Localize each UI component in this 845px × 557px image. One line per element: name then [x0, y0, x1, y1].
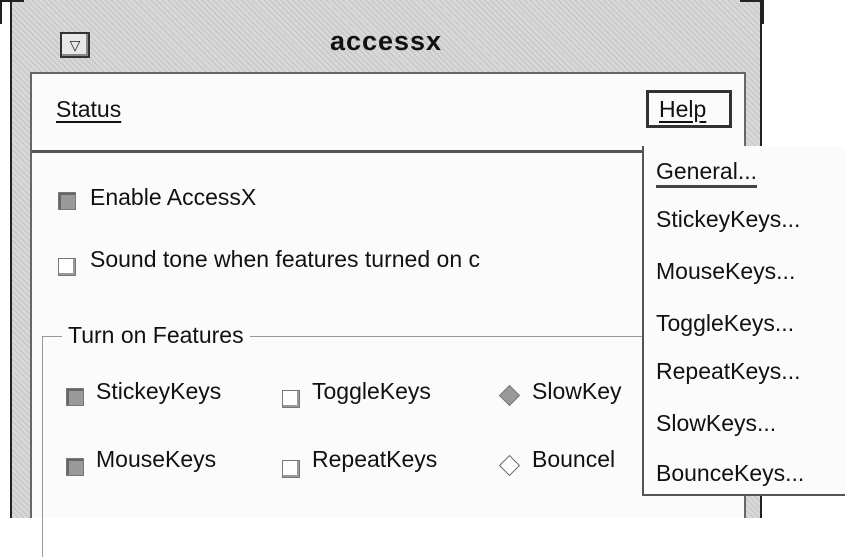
menu-bar: Status Help — [32, 74, 744, 153]
menu-status[interactable]: Status — [56, 96, 121, 123]
togglekeys-checkbox[interactable] — [282, 390, 300, 408]
help-menu-item-bouncekeys[interactable]: BounceKeys... — [656, 460, 804, 487]
mousekeys-checkbox[interactable] — [66, 458, 84, 476]
menu-help[interactable]: Help — [646, 90, 732, 128]
title-bar[interactable]: ▽ accessx — [10, 10, 762, 62]
client-area: Status Help Enable AccessX Sound tone wh… — [30, 72, 803, 557]
sound-tone-label: Sound tone when features turned on c — [90, 246, 481, 272]
slowkeys-label: SlowKey — [532, 378, 622, 404]
help-menu-item-mousekeys[interactable]: MouseKeys... — [656, 258, 795, 285]
repeatkeys-label: RepeatKeys — [312, 446, 438, 472]
help-menu-item-slowkeys[interactable]: SlowKeys... — [656, 410, 776, 437]
help-menu-item-repeatkeys[interactable]: RepeatKeys... — [656, 358, 800, 385]
stickeykeys-label: StickeyKeys — [96, 378, 222, 404]
help-dropdown-menu: General... StickeyKeys... MouseKeys... T… — [642, 146, 845, 496]
help-menu-item-general[interactable]: General... — [656, 158, 757, 188]
repeatkeys-checkbox[interactable] — [282, 460, 300, 478]
help-menu-item-togglekeys[interactable]: ToggleKeys... — [656, 310, 794, 337]
togglekeys-label: ToggleKeys — [312, 378, 431, 404]
window-title: accessx — [329, 26, 443, 56]
mousekeys-label: MouseKeys — [96, 446, 217, 472]
stickeykeys-checkbox[interactable] — [66, 388, 84, 406]
sound-tone-checkbox[interactable] — [58, 258, 76, 276]
features-group-title: Turn on Features — [62, 322, 250, 349]
help-menu-item-stickeykeys[interactable]: StickeyKeys... — [656, 206, 800, 233]
menu-help-label: Help — [659, 96, 707, 122]
enable-accessx-checkbox[interactable] — [58, 192, 76, 210]
bouncekeys-label: Bouncel — [532, 446, 616, 472]
enable-accessx-label: Enable AccessX — [90, 184, 257, 210]
menu-status-label: Status — [56, 96, 122, 122]
